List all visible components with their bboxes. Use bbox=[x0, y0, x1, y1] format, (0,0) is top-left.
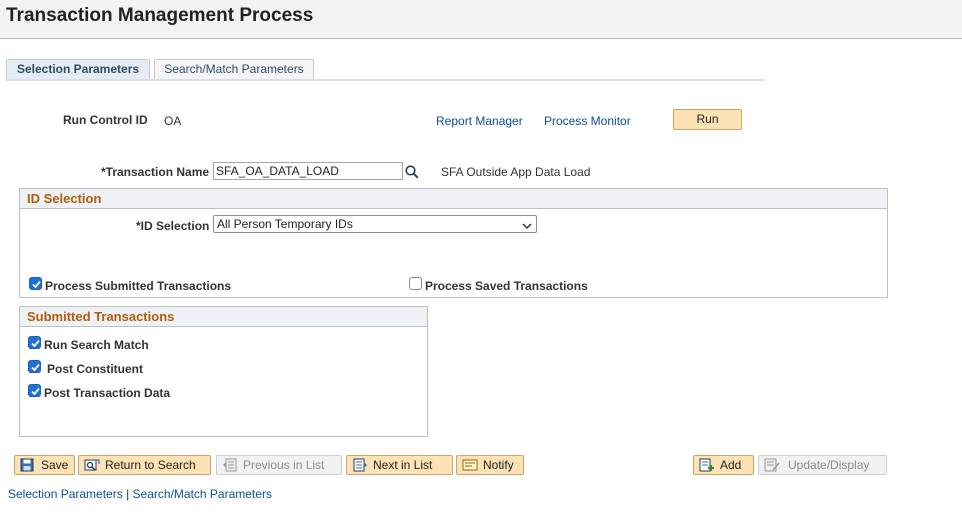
post-transaction-data-checkbox[interactable] bbox=[28, 384, 41, 397]
tab-search-match-parameters[interactable]: Search/Match Parameters bbox=[154, 59, 314, 80]
previous-in-list-label: Previous in List bbox=[243, 458, 325, 472]
process-saved-label: Process Saved Transactions bbox=[425, 279, 588, 293]
tab-selection-parameters[interactable]: Selection Parameters bbox=[6, 59, 150, 80]
update-display-button[interactable]: Update/Display bbox=[758, 455, 887, 475]
lookup-search-icon[interactable] bbox=[404, 164, 420, 180]
next-in-list-button[interactable]: Next in List bbox=[346, 455, 453, 475]
run-control-id-label: Run Control ID bbox=[63, 113, 148, 127]
id-selection-heading: ID Selection bbox=[20, 189, 887, 209]
page-title: Transaction Management Process bbox=[6, 5, 314, 26]
footer-link-search-match-parameters[interactable]: Search/Match Parameters bbox=[133, 487, 272, 501]
add-button[interactable]: Add bbox=[693, 455, 754, 475]
run-search-match-checkbox[interactable] bbox=[28, 336, 41, 349]
add-icon bbox=[699, 458, 715, 472]
run-search-match-label: Run Search Match bbox=[44, 338, 149, 352]
next-in-list-label: Next in List bbox=[373, 458, 433, 472]
chevron-down-icon bbox=[522, 219, 532, 230]
save-label: Save bbox=[41, 458, 69, 472]
post-constituent-label: Post Constituent bbox=[47, 362, 143, 376]
tab-underline bbox=[6, 79, 765, 81]
transaction-name-input[interactable] bbox=[213, 162, 403, 180]
run-control-id-value: OA bbox=[164, 114, 182, 128]
report-manager-link[interactable]: Report Manager bbox=[436, 114, 523, 128]
footer-link-separator: | bbox=[126, 487, 130, 501]
process-submitted-checkbox[interactable] bbox=[29, 277, 42, 290]
process-submitted-label: Process Submitted Transactions bbox=[45, 279, 232, 293]
save-button[interactable]: Save bbox=[14, 455, 75, 475]
next-list-icon bbox=[352, 458, 368, 472]
return-to-search-label: Return to Search bbox=[105, 458, 196, 472]
process-monitor-link[interactable]: Process Monitor bbox=[544, 114, 631, 128]
previous-in-list-button[interactable]: Previous in List bbox=[216, 455, 342, 475]
notify-button[interactable]: Notify bbox=[456, 455, 524, 475]
footer-link-selection-parameters[interactable]: Selection Parameters bbox=[8, 487, 123, 501]
previous-list-icon bbox=[222, 458, 238, 472]
add-label: Add bbox=[720, 458, 742, 472]
post-constituent-checkbox[interactable] bbox=[28, 360, 41, 373]
update-display-icon bbox=[764, 458, 780, 472]
page-header: Transaction Management Process bbox=[0, 0, 962, 39]
notify-icon bbox=[462, 458, 478, 472]
submitted-transactions-heading: Submitted Transactions bbox=[20, 307, 427, 327]
post-transaction-data-label: Post Transaction Data bbox=[44, 386, 171, 400]
save-icon bbox=[20, 458, 36, 472]
id-selection-value: All Person Temporary IDs bbox=[217, 217, 353, 231]
notify-label: Notify bbox=[483, 458, 514, 472]
return-to-search-button[interactable]: Return to Search bbox=[78, 455, 211, 475]
transaction-description: SFA Outside App Data Load bbox=[441, 165, 591, 179]
id-selection-label: *ID Selection bbox=[136, 219, 210, 233]
footer-tab-links: Selection Parameters | Search/Match Para… bbox=[8, 487, 272, 501]
id-selection-dropdown[interactable]: All Person Temporary IDs bbox=[213, 215, 537, 233]
update-display-label: Update/Display bbox=[788, 458, 870, 472]
run-button[interactable]: Run bbox=[673, 109, 742, 130]
process-saved-checkbox[interactable] bbox=[409, 277, 422, 290]
return-search-icon bbox=[84, 458, 100, 472]
transaction-name-label: *Transaction Name bbox=[101, 165, 210, 179]
